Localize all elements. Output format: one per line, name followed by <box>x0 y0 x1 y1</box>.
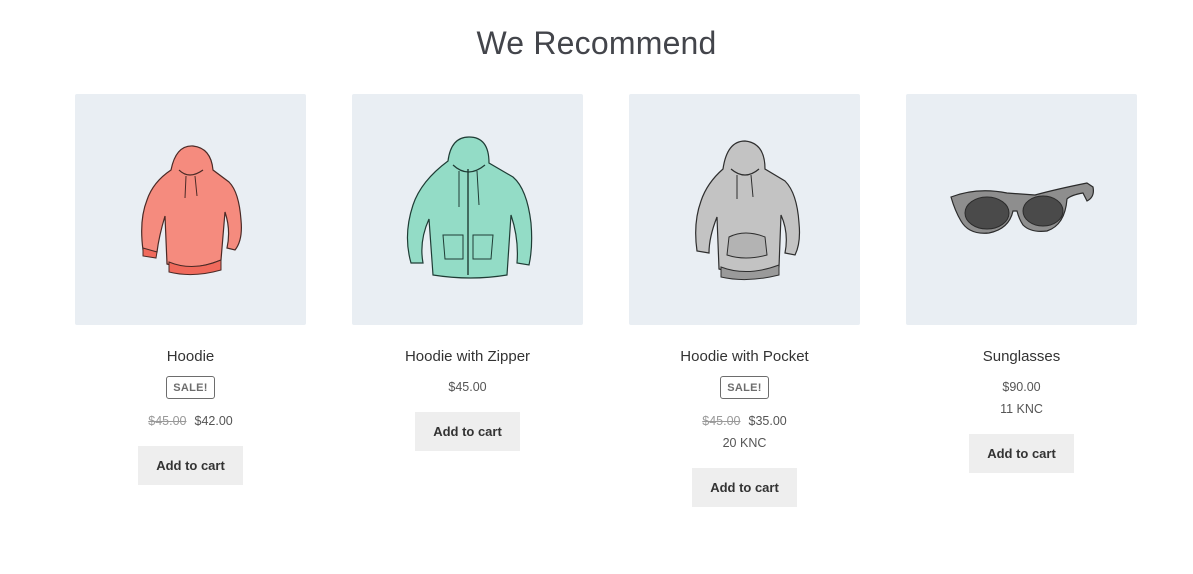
product-title[interactable]: Hoodie with Pocket <box>680 349 808 365</box>
price-row: $45.00 $35.00 <box>702 413 786 429</box>
knc-price: 20 KNC <box>722 436 767 450</box>
product-image-sunglasses[interactable] <box>906 94 1137 325</box>
product-image-hoodie-with-pocket[interactable] <box>629 94 860 325</box>
product-title[interactable]: Sunglasses <box>983 349 1061 365</box>
sunglasses-icon <box>949 181 1094 234</box>
add-to-cart-button[interactable]: Add to cart <box>969 434 1074 473</box>
product-card-sunglasses: Sunglasses $90.00 11 KNC Add to cart <box>906 94 1137 507</box>
knc-price: 11 KNC <box>1000 402 1043 416</box>
price-row: $45.00 <box>448 379 486 395</box>
product-image-hoodie[interactable] <box>75 94 306 325</box>
product-card-hoodie: Hoodie SALE! $45.00 $42.00 Add to cart <box>75 94 306 507</box>
price-current: $90.00 <box>1002 380 1041 394</box>
hoodie-pocket-icon <box>694 140 800 281</box>
price-current: $45.00 <box>448 380 487 394</box>
hoodie-zipper-icon <box>406 135 532 279</box>
product-card-hoodie-with-zipper: Hoodie with Zipper $45.00 Add to cart <box>352 94 583 507</box>
add-to-cart-button[interactable]: Add to cart <box>692 468 797 507</box>
price-row: $90.00 <box>1002 379 1040 395</box>
add-to-cart-button[interactable]: Add to cart <box>138 446 243 485</box>
product-card-hoodie-with-pocket: Hoodie with Pocket SALE! $45.00 $35.00 20… <box>629 94 860 507</box>
price-old: $45.00 <box>148 414 187 428</box>
product-title[interactable]: Hoodie <box>167 349 215 365</box>
product-image-hoodie-with-zipper[interactable] <box>352 94 583 325</box>
price-current: $35.00 <box>748 414 787 428</box>
price-row: $45.00 $42.00 <box>148 413 232 429</box>
sale-badge: SALE! <box>166 376 215 399</box>
price-current: $42.00 <box>194 414 233 428</box>
price-old: $45.00 <box>702 414 741 428</box>
add-to-cart-button[interactable]: Add to cart <box>415 412 520 451</box>
product-title[interactable]: Hoodie with Zipper <box>405 349 530 365</box>
sale-badge: SALE! <box>720 376 769 399</box>
section-title: We Recommend <box>476 25 717 61</box>
hoodie-pink-icon <box>140 144 242 275</box>
product-grid: Hoodie SALE! $45.00 $42.00 Add to cart Ho… <box>75 94 1137 507</box>
